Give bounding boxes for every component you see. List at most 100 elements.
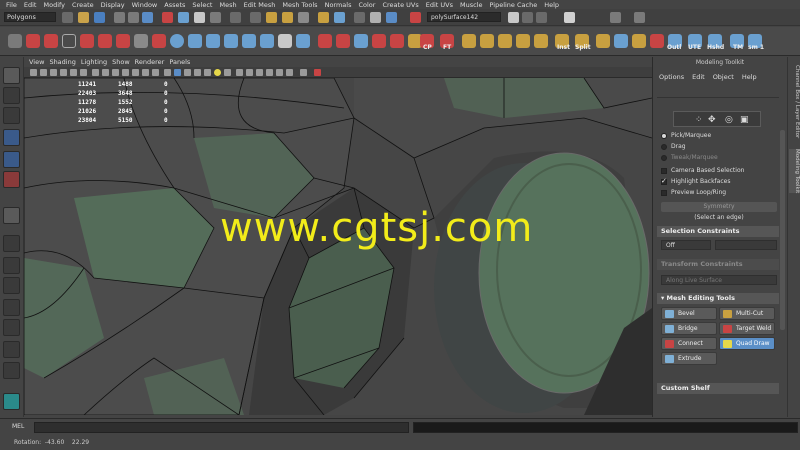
layout-render-icon[interactable] xyxy=(3,362,20,379)
safe-action-icon[interactable] xyxy=(142,69,149,76)
select-tool-icon[interactable] xyxy=(3,67,20,84)
shelf-menu-icon[interactable] xyxy=(8,34,22,48)
gamma-icon[interactable] xyxy=(300,69,307,76)
layout-uv-icon[interactable] xyxy=(3,341,20,358)
magnet-icon[interactable] xyxy=(410,12,421,23)
torus-icon[interactable] xyxy=(260,34,274,48)
snap-grid-icon[interactable] xyxy=(162,12,173,23)
smooth-shade-icon[interactable] xyxy=(174,69,181,76)
mirror-icon[interactable] xyxy=(318,34,332,48)
field-chart-icon[interactable] xyxy=(132,69,139,76)
viewport-menu-lighting[interactable]: Lighting xyxy=(81,58,112,66)
toolkit-menu-options[interactable]: Options xyxy=(659,73,684,83)
input-ops-icon[interactable] xyxy=(334,12,345,23)
open-scene-icon[interactable] xyxy=(78,12,89,23)
highlight-backfaces-option[interactable]: Highlight Backfaces xyxy=(661,177,730,185)
menu-pipeline-cache[interactable]: Pipeline Cache xyxy=(486,1,541,9)
gate-mask-icon[interactable] xyxy=(122,69,129,76)
toolkit-menu-edit[interactable]: Edit xyxy=(692,73,705,83)
smooth-icon[interactable] xyxy=(336,34,350,48)
select-hierarchy-icon[interactable] xyxy=(114,12,125,23)
snap-plane-icon[interactable] xyxy=(210,12,221,23)
cube-icon[interactable] xyxy=(188,34,202,48)
menu-mesh[interactable]: Mesh xyxy=(216,1,240,9)
cone-icon[interactable] xyxy=(224,34,238,48)
bevel-shelf-icon[interactable] xyxy=(372,34,386,48)
connect-button[interactable]: Connect xyxy=(661,337,717,350)
workspace-icon[interactable] xyxy=(610,12,621,23)
lasso-tool-icon[interactable] xyxy=(3,87,20,104)
menu-help[interactable]: Help xyxy=(541,1,563,9)
render-icon[interactable] xyxy=(266,12,277,23)
hypershade-icon[interactable] xyxy=(318,12,329,23)
isolate-select-icon[interactable] xyxy=(256,69,263,76)
history-icon[interactable] xyxy=(230,12,241,23)
menu-create-uvs[interactable]: Create UVs xyxy=(379,1,422,9)
layout-outliner-icon[interactable] xyxy=(3,277,20,294)
workspace-icon-2[interactable] xyxy=(634,12,645,23)
constraint-value-field[interactable] xyxy=(715,240,777,250)
extrude-shelf-icon[interactable] xyxy=(354,34,368,48)
quick-select-icon[interactable] xyxy=(386,12,397,23)
multi-cut-button[interactable]: Multi-Cut xyxy=(719,307,775,320)
separate-icon[interactable] xyxy=(296,34,310,48)
shelf-tool-icon-14[interactable] xyxy=(596,34,610,48)
viewport-menu-panels[interactable]: Panels xyxy=(169,58,195,66)
wireframe-icon[interactable] xyxy=(164,69,171,76)
camera-icon[interactable] xyxy=(30,69,37,76)
menu-file[interactable]: File xyxy=(3,1,21,9)
resolution-gate-icon[interactable] xyxy=(112,69,119,76)
shelf-tool-icon-15[interactable] xyxy=(614,34,628,48)
shelf-tool-icon-11[interactable] xyxy=(498,34,512,48)
menu-assets[interactable]: Assets xyxy=(161,1,189,9)
sidebar-toggle-icon[interactable] xyxy=(508,12,519,23)
constraint-dropdown[interactable]: Off xyxy=(661,240,711,250)
menu-mesh-tools[interactable]: Mesh Tools xyxy=(279,1,321,9)
wireframe-on-shaded-icon[interactable] xyxy=(184,69,191,76)
save-scene-icon[interactable] xyxy=(94,12,105,23)
render-settings-icon[interactable] xyxy=(298,12,309,23)
menu-set-select[interactable]: Polygons xyxy=(4,12,56,22)
command-input[interactable] xyxy=(34,422,409,433)
rotate-tool-icon[interactable] xyxy=(3,151,20,168)
shelf-tool-icon-3[interactable] xyxy=(62,34,76,48)
cylinder-icon[interactable] xyxy=(206,34,220,48)
menu-muscle[interactable]: Muscle xyxy=(457,1,487,9)
new-scene-icon[interactable] xyxy=(62,12,73,23)
preview-loop-ring-option[interactable]: Preview Loop/Ring xyxy=(661,189,726,196)
menu-color[interactable]: Color xyxy=(355,1,379,9)
menu-edit-mesh[interactable]: Edit Mesh xyxy=(241,1,280,9)
shelf-tool-icon-12[interactable] xyxy=(516,34,530,48)
uv-mode-icon[interactable]: ▣ xyxy=(740,115,749,125)
textured-icon[interactable] xyxy=(194,69,201,76)
toggle-icon-2[interactable] xyxy=(536,12,547,23)
paint-select-icon[interactable] xyxy=(3,107,20,124)
target-weld-button[interactable]: Target Weld xyxy=(719,322,775,335)
transform-constraints-header[interactable]: Transform Constraints xyxy=(657,259,779,270)
mesh-editing-tools-header[interactable]: ▾ Mesh Editing Tools xyxy=(657,293,779,304)
shelf-toggle-icon[interactable] xyxy=(564,12,575,23)
grid-icon[interactable] xyxy=(92,69,99,76)
scale-tool-icon[interactable] xyxy=(3,171,20,188)
film-gate-icon[interactable] xyxy=(102,69,109,76)
shelf-tool-icon-8[interactable] xyxy=(152,34,166,48)
viewport-menu-renderer[interactable]: Renderer xyxy=(135,58,170,66)
shelf-tool-icon-6[interactable] xyxy=(116,34,130,48)
menu-normals[interactable]: Normals xyxy=(322,1,356,9)
shelf-tool-icon-13[interactable] xyxy=(534,34,548,48)
use-lights-icon[interactable] xyxy=(204,69,211,76)
select-component-icon[interactable] xyxy=(142,12,153,23)
tweak-marquee-option[interactable]: Tweak/Marquee xyxy=(661,154,718,161)
bookmark-icon[interactable] xyxy=(50,69,57,76)
render-view-icon[interactable] xyxy=(250,12,261,23)
shelf-tool-icon-17[interactable] xyxy=(650,34,664,48)
bridge-shelf-icon[interactable] xyxy=(390,34,404,48)
panel-scrollbar[interactable] xyxy=(780,130,785,330)
hypershade-view-icon[interactable] xyxy=(314,69,321,76)
custom-shelf-header[interactable]: Custom Shelf xyxy=(657,383,779,394)
toggle-icon[interactable] xyxy=(522,12,533,23)
shelf-tool-icon-7[interactable] xyxy=(134,34,148,48)
layout-hypershade-icon[interactable] xyxy=(3,319,20,336)
toolkit-menu-help[interactable]: Help xyxy=(742,73,757,83)
backface-culling-icon[interactable] xyxy=(266,69,273,76)
